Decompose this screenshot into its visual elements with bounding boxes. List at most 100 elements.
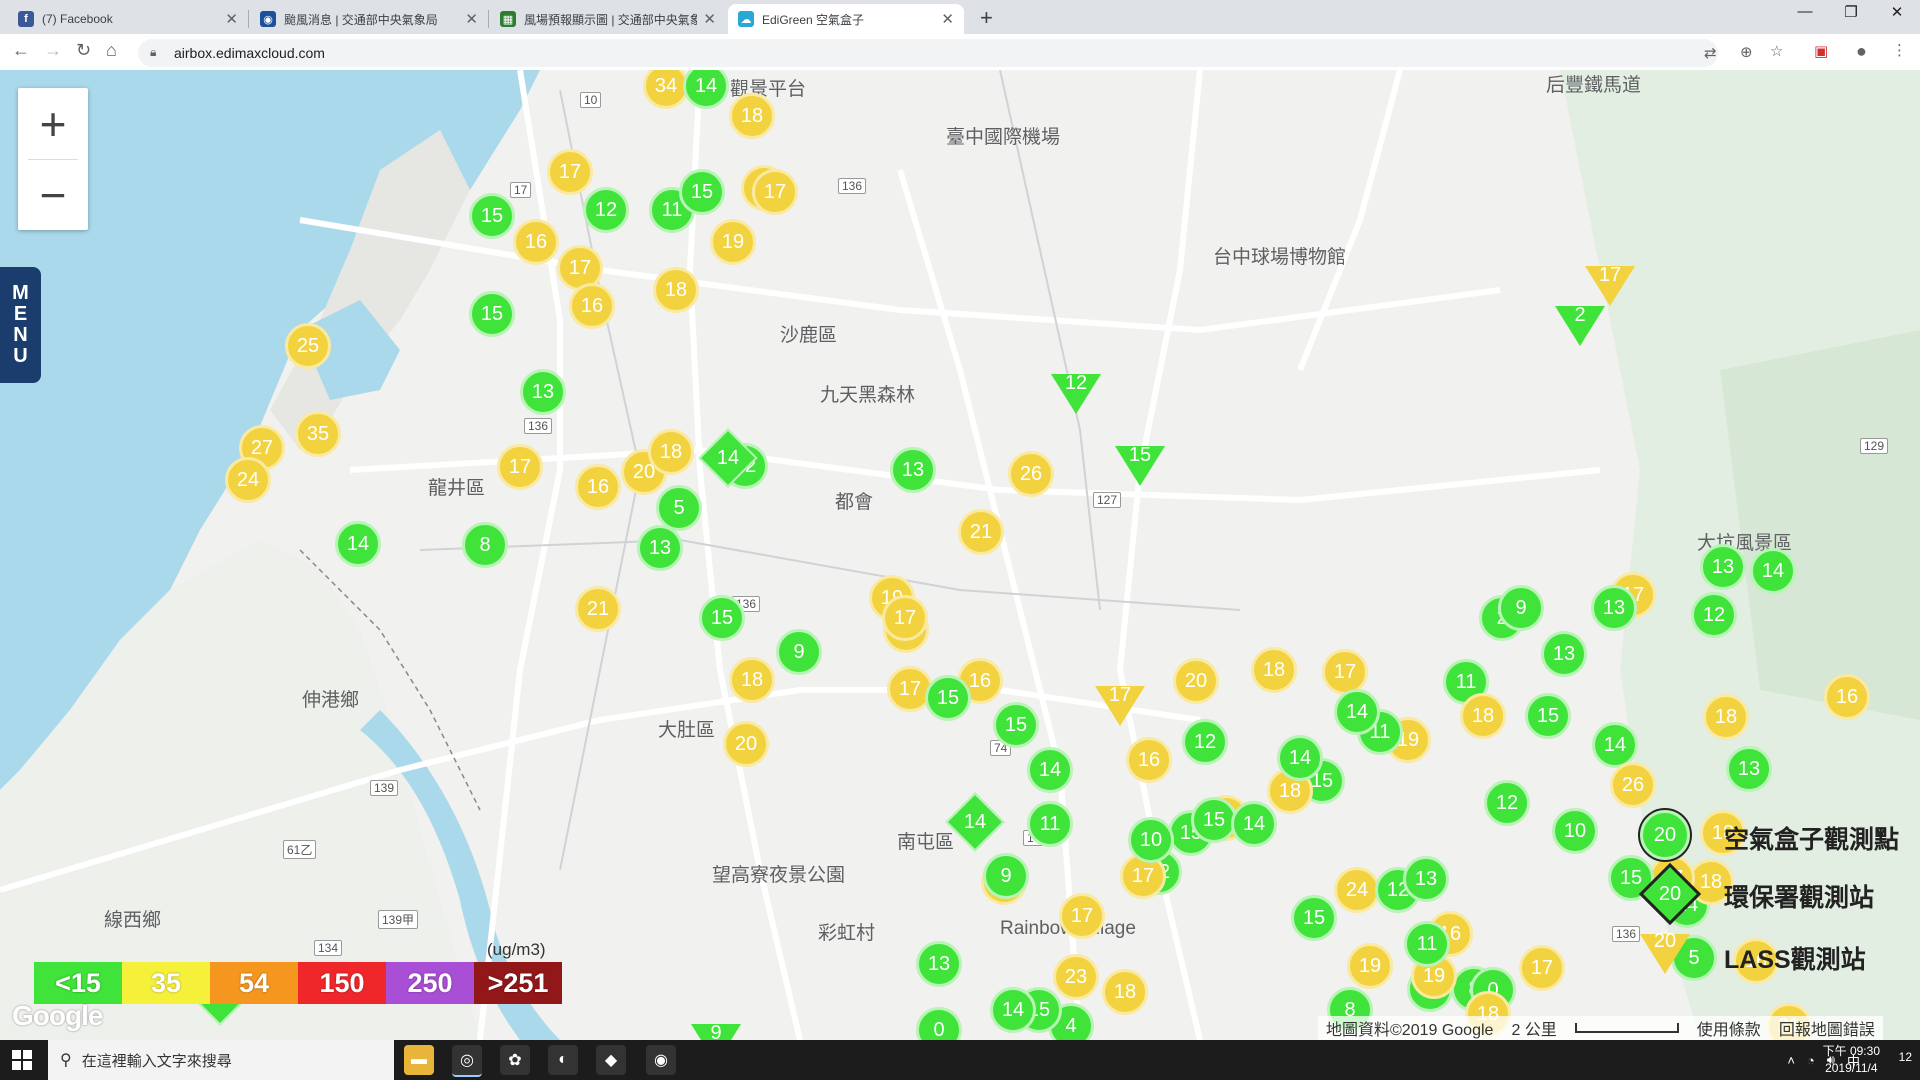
address-bar[interactable]: 🔒︎ airbox.edimaxcloud.com ⇄	[138, 39, 1718, 67]
airbox-station-marker[interactable]: 17	[752, 169, 798, 215]
tab-facebook[interactable]: f (7) Facebook ✕	[8, 4, 248, 34]
airbox-station-marker[interactable]: 13	[1403, 856, 1449, 902]
airbox-station-marker[interactable]: 18	[1102, 969, 1148, 1015]
notification-count[interactable]: 12	[1899, 1050, 1912, 1064]
clock[interactable]: 下午 09:30 2019/11/4	[1823, 1043, 1880, 1077]
terms-link[interactable]: 使用條款	[1697, 1016, 1761, 1040]
airbox-station-marker[interactable]: 17	[1519, 945, 1565, 991]
browser-menu-icon[interactable]: ⋮	[1892, 41, 1907, 59]
close-icon[interactable]: ✕	[941, 10, 954, 28]
airbox-station-marker[interactable]: 26	[1610, 762, 1656, 808]
airbox-station-marker[interactable]: 14	[1277, 735, 1323, 781]
airbox-station-marker[interactable]: 16	[1126, 737, 1172, 783]
airbox-station-marker[interactable]: 18	[648, 429, 694, 475]
airbox-station-marker[interactable]: 26	[1008, 451, 1054, 497]
airbox-station-marker[interactable]: 15	[1525, 693, 1571, 739]
tab-wind-forecast[interactable]: ▦ 風場預報顯示圖 | 交通部中央氣象 ✕	[490, 4, 726, 34]
airbox-station-marker[interactable]: 12	[1484, 780, 1530, 826]
airbox-station-marker[interactable]: 18	[653, 267, 699, 313]
extension-icon[interactable]: ▣	[1814, 42, 1828, 60]
airbox-station-marker[interactable]: 15	[469, 193, 515, 239]
airbox-station-marker[interactable]: 13	[520, 369, 566, 415]
tab-typhoon-news[interactable]: ◉ 颱風消息 | 交通部中央氣象局 ✕	[250, 4, 488, 34]
airbox-station-marker[interactable]: 9	[1498, 585, 1544, 631]
app-icon[interactable]: ◆	[596, 1045, 626, 1075]
minimize-button[interactable]: —	[1782, 3, 1828, 20]
airbox-station-marker[interactable]: 20	[1173, 658, 1219, 704]
airbox-station-marker[interactable]: 17	[1322, 649, 1368, 695]
airbox-station-marker[interactable]: 13	[1726, 746, 1772, 792]
airbox-station-marker[interactable]: 21	[575, 586, 621, 632]
airbox-station-marker[interactable]: 19	[710, 219, 756, 265]
airbox-station-marker[interactable]: 14	[1231, 801, 1277, 847]
tab-edigreen-airbox[interactable]: ☁ EdiGreen 空氣盒子 ✕	[728, 4, 964, 34]
profile-icon[interactable]: ●	[1856, 41, 1867, 62]
app-icon[interactable]: ✿	[500, 1045, 530, 1075]
file-explorer-icon[interactable]: ▬	[404, 1045, 434, 1075]
airbox-station-marker[interactable]: 16	[569, 283, 615, 329]
restore-button[interactable]: ❐	[1828, 3, 1874, 21]
airbox-station-marker[interactable]: 23	[1053, 954, 1099, 1000]
airbox-station-marker[interactable]: 35	[295, 411, 341, 457]
menu-button[interactable]: M E N U	[0, 267, 41, 383]
airbox-station-marker[interactable]: 12	[1182, 719, 1228, 765]
airbox-station-marker[interactable]: 25	[285, 323, 331, 369]
airbox-station-marker[interactable]: 15	[1191, 797, 1237, 843]
app-icon[interactable]: ◐	[548, 1045, 578, 1075]
airbox-station-marker[interactable]: 18	[1703, 694, 1749, 740]
reload-icon[interactable]: ↻	[76, 40, 91, 61]
app-icon[interactable]: ◉	[646, 1045, 676, 1075]
airbox-station-marker[interactable]: 11	[1027, 801, 1073, 847]
airbox-station-marker[interactable]: 13	[1541, 631, 1587, 677]
airbox-station-marker[interactable]: 18	[1460, 693, 1506, 739]
close-icon[interactable]: ✕	[465, 10, 478, 28]
airbox-station-marker[interactable]: 17	[497, 444, 543, 490]
airbox-station-marker[interactable]: 5	[656, 485, 702, 531]
airbox-station-marker[interactable]: 11	[1404, 921, 1450, 967]
airbox-station-marker[interactable]: 10	[1128, 817, 1174, 863]
back-icon[interactable]: ←	[12, 40, 30, 61]
taskbar-search[interactable]: ⚲ 在這裡輸入文字來搜尋	[48, 1040, 394, 1080]
airbox-station-marker[interactable]: 8	[462, 522, 508, 568]
airbox-station-marker[interactable]: 13	[916, 941, 962, 987]
air-quality-map[interactable]: 臺中國際機場 沙鹿區 龍井區 大肚區 南屯區 都會 彩虹村 望高寮夜景公園 台中…	[0, 70, 1920, 1040]
new-tab-button[interactable]: +	[980, 5, 993, 31]
airbox-station-marker[interactable]: 14	[1334, 689, 1380, 735]
window-close-button[interactable]: ✕	[1874, 3, 1920, 21]
network-icon[interactable]: ◔	[1807, 1053, 1815, 1068]
close-icon[interactable]: ✕	[703, 10, 716, 28]
airbox-station-marker[interactable]: 13	[637, 525, 683, 571]
airbox-station-marker[interactable]: 20	[723, 721, 769, 767]
airbox-station-marker[interactable]: 17	[547, 149, 593, 195]
airbox-station-marker[interactable]: 16	[575, 464, 621, 510]
airbox-station-marker[interactable]: 24	[1334, 867, 1380, 913]
report-error-link[interactable]: 回報地圖錯誤	[1779, 1016, 1875, 1040]
airbox-station-marker[interactable]: 15	[679, 169, 725, 215]
airbox-station-marker[interactable]: 19	[1347, 943, 1393, 989]
airbox-station-marker[interactable]: 18	[729, 657, 775, 703]
windows-start-icon[interactable]	[12, 1050, 32, 1070]
airbox-station-marker[interactable]: 14	[1750, 548, 1796, 594]
airbox-station-marker[interactable]: 9	[983, 853, 1029, 899]
airbox-station-marker[interactable]: 14	[335, 521, 381, 567]
airbox-station-marker[interactable]: 18	[729, 93, 775, 139]
airbox-station-marker[interactable]: 18	[1251, 647, 1297, 693]
airbox-station-marker[interactable]: 15	[469, 291, 515, 337]
airbox-station-marker[interactable]: 16	[1824, 674, 1870, 720]
translate-icon[interactable]: ⇄	[1704, 44, 1717, 62]
airbox-station-marker[interactable]: 15	[925, 675, 971, 721]
close-icon[interactable]: ✕	[225, 10, 238, 28]
forward-icon[interactable]: →	[44, 40, 62, 61]
home-icon[interactable]: ⌂	[106, 40, 117, 61]
airbox-station-marker[interactable]: 24	[225, 457, 271, 503]
airbox-station-marker[interactable]: 14	[1027, 747, 1073, 793]
airbox-station-marker[interactable]: 15	[993, 702, 1039, 748]
airbox-station-marker[interactable]: 17	[1059, 893, 1105, 939]
airbox-station-marker[interactable]: 16	[513, 219, 559, 265]
chrome-icon[interactable]: ◎	[452, 1045, 482, 1077]
bookmark-star-icon[interactable]: ☆	[1770, 42, 1783, 60]
airbox-station-marker[interactable]: 17	[882, 595, 928, 641]
zoom-in-button[interactable]: +	[18, 88, 88, 159]
airbox-station-marker[interactable]: 14	[990, 987, 1036, 1033]
zoom-out-button[interactable]: −	[18, 159, 88, 230]
